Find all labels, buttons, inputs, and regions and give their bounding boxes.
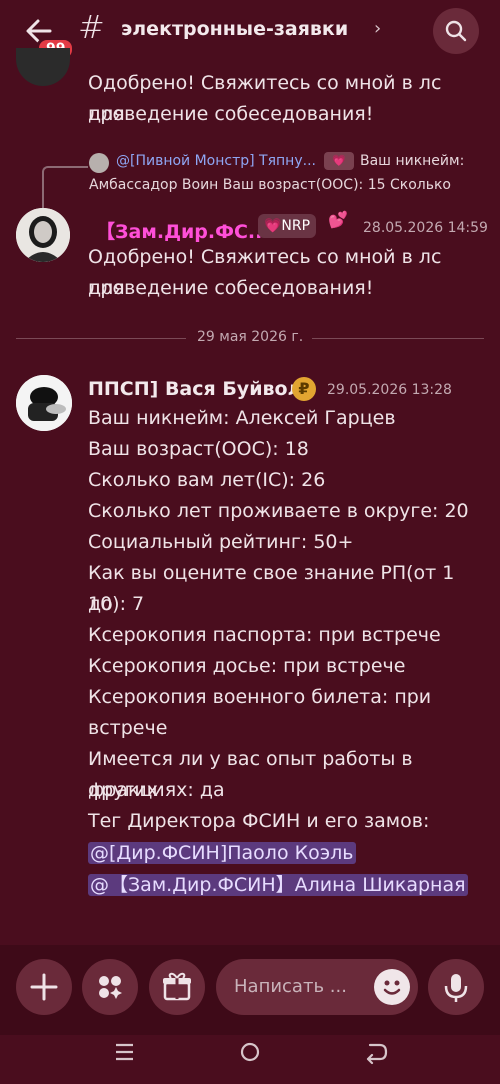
channel-title[interactable]: электронные-заявки [121, 18, 348, 40]
microphone-icon [444, 974, 468, 1002]
gift-icon [163, 972, 191, 1001]
reply-snippet[interactable]: Амбассадор Воин Ваш возраст(ООС): 15 Ско… [89, 177, 451, 193]
mention-line: @【Зам.Дир.ФСИН】Алина Шикарная [88, 870, 478, 901]
avatar-image [16, 208, 70, 262]
date-divider: 29 мая 2026 г. [197, 329, 304, 345]
emoji-button[interactable] [374, 969, 410, 1005]
ruble-coin-icon: ₽ [292, 377, 316, 401]
message-text-line: Сколько вам лет(IC): 26 [88, 469, 326, 491]
message-author[interactable]: ППСП] Вася Буйвол [88, 378, 302, 400]
sparkle-apps-icon [99, 976, 122, 999]
avatar-image [16, 375, 72, 431]
message-text-line: Ксерокопия паспорта: при встрече [88, 624, 441, 646]
apps-button[interactable] [82, 959, 138, 1015]
reply-snippet[interactable]: Ваш никнейм: [360, 153, 464, 169]
search-button[interactable] [433, 8, 479, 54]
hash-icon: # [78, 8, 105, 46]
message-timestamp: 29.05.2026 13:28 [327, 382, 452, 398]
search-icon [445, 20, 467, 42]
message-text-line: проведение собеседования! [88, 103, 374, 125]
message-input-placeholder[interactable]: Написать ... [234, 976, 347, 997]
divider-line [312, 338, 484, 339]
message-text-line: проведение собеседования! [88, 277, 374, 299]
role-tag[interactable]: 💗NRP [258, 214, 317, 238]
mention-line: @[Дир.ФСИН]Паоло Коэль [88, 838, 478, 869]
chevron-right-icon[interactable]: › [374, 18, 381, 39]
hearts-icon: 💕 [328, 210, 348, 229]
message-text-line: Ксерокопия досье: при встрече [88, 655, 406, 677]
message-text-line: Сколько лет проживаете в округе: 20 [88, 500, 469, 522]
message-text-line: встрече [88, 717, 168, 739]
divider-line [16, 338, 186, 339]
message-author[interactable]: 【Зам.Дир.ФС... [96, 217, 270, 244]
message-text-line: Тег Директора ФСИН и его замов: [88, 810, 430, 832]
home-icon[interactable] [240, 1042, 260, 1062]
reply-author[interactable]: @[Пивной Монстр] Тяпну... [116, 153, 316, 169]
message-text-line: 10): 7 [88, 593, 145, 615]
message-timestamp: 28.05.2026 14:59 [363, 220, 488, 236]
user-mention[interactable]: @【Зам.Дир.ФСИН】Алина Шикарная [88, 874, 468, 896]
user-mention[interactable]: @[Дир.ФСИН]Паоло Коэль [88, 842, 356, 864]
add-attachment-button[interactable] [16, 959, 72, 1015]
gift-button[interactable] [149, 959, 205, 1015]
reply-tag: 💗 [324, 152, 354, 170]
reply-connector [42, 166, 88, 208]
system-nav-bar [0, 1035, 500, 1080]
nav-icons [116, 1042, 388, 1065]
message-text-line: Ваш возраст(ООС): 18 [88, 438, 309, 460]
back-nav-icon[interactable] [366, 1043, 388, 1065]
avatar[interactable] [16, 375, 72, 431]
voice-message-button[interactable] [428, 959, 484, 1015]
message-text-line: фракциях: да [88, 779, 225, 801]
avatar[interactable] [16, 208, 70, 262]
recent-apps-icon[interactable] [116, 1043, 133, 1061]
message-text-line: Социальный рейтинг: 50+ [88, 531, 354, 553]
channel-header: 99 # электронные-заявки › [0, 0, 500, 64]
reply-avatar [89, 153, 109, 173]
smiley-icon [383, 980, 401, 995]
message-text-line: Ксерокопия военного билета: при [88, 686, 432, 708]
avatar[interactable] [16, 48, 70, 86]
message-text-line: Ваш никнейм: Алексей Гарцев [88, 407, 396, 429]
plus-icon [30, 973, 58, 1001]
